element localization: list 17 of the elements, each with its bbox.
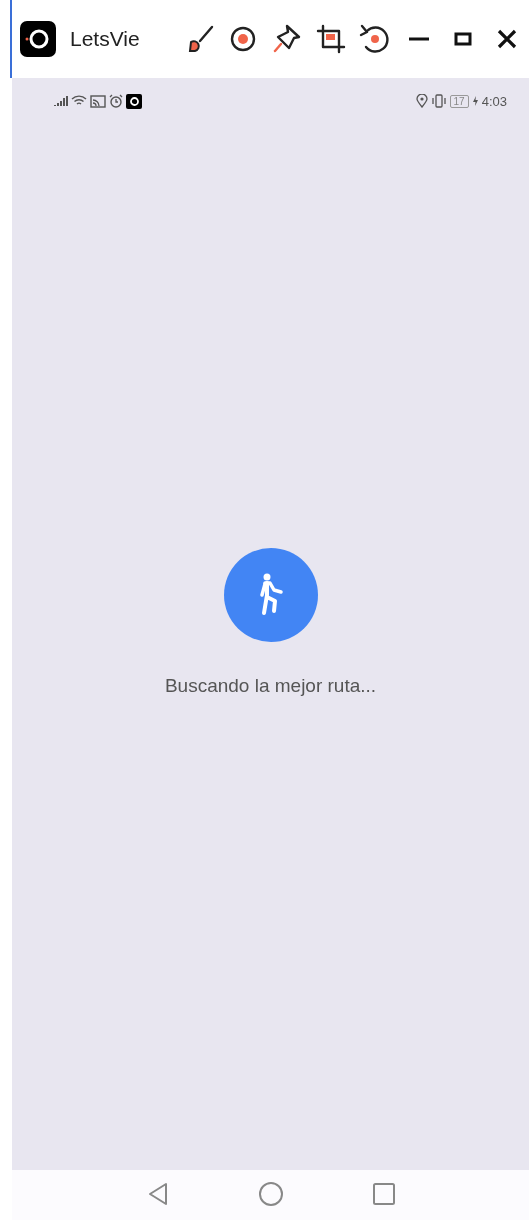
window-title: LetsVie [70,27,140,51]
cast-icon [90,94,106,108]
loading-message: Buscando la mejor ruta... [164,675,377,697]
rotate-icon[interactable] [358,22,392,56]
app-logo-icon [20,21,56,57]
wifi-icon [71,95,87,107]
alarm-icon [109,94,123,108]
location-icon [415,94,428,108]
clock-time: 4:03 [481,93,507,109]
battery-level: 17 [449,94,469,108]
close-icon[interactable] [496,28,518,50]
record-icon[interactable] [229,25,257,53]
charging-icon [471,95,479,107]
app-logo-icon [126,93,142,109]
vibrate-icon [430,94,447,108]
signal-icon [54,95,68,107]
crop-icon[interactable] [315,23,347,55]
